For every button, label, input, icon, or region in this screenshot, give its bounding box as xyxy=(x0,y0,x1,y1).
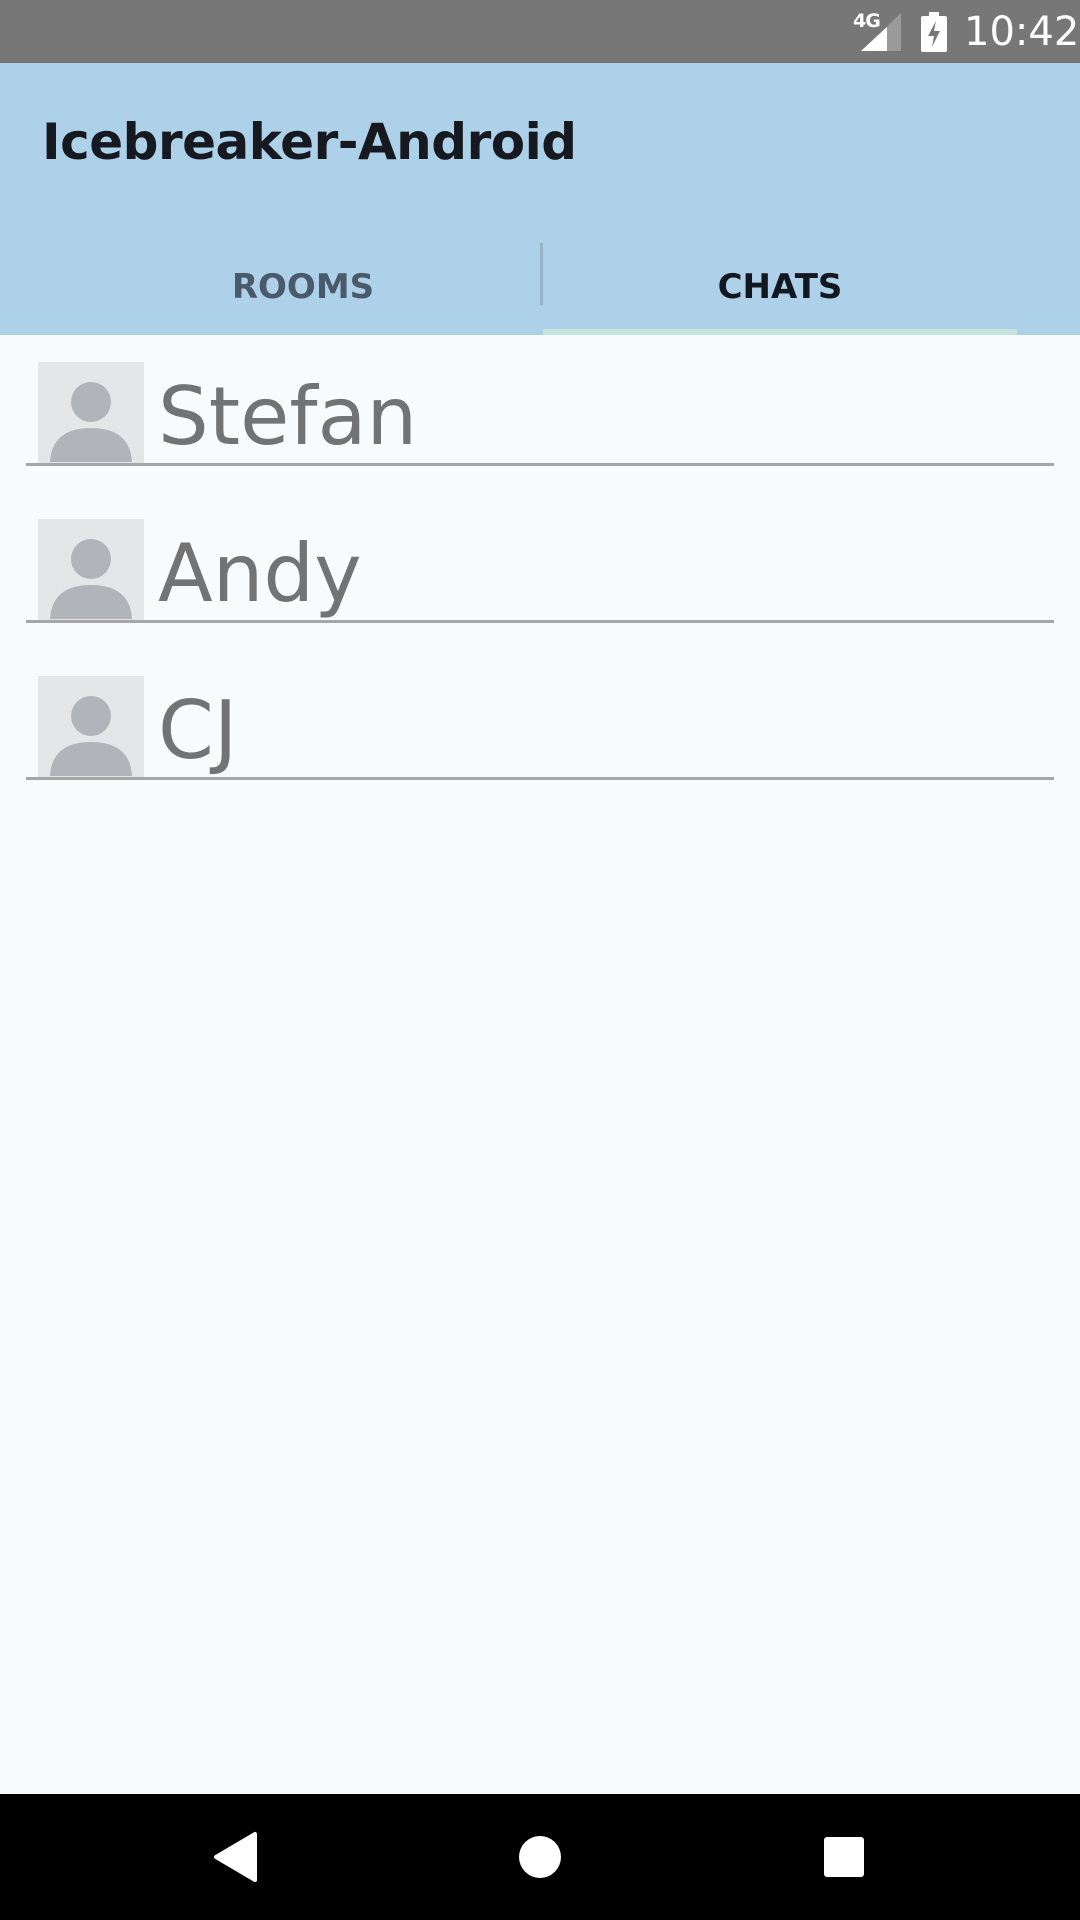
chat-list-item[interactable]: Andy xyxy=(26,492,1054,623)
list-divider xyxy=(26,620,1054,623)
navigation-bar xyxy=(0,1794,1080,1920)
app-bar: Icebreaker-Android ROOMS CHATS xyxy=(0,63,1080,335)
signal-icon xyxy=(861,13,901,51)
default-person-icon xyxy=(38,676,144,780)
home-button[interactable] xyxy=(505,1822,575,1892)
status-time: 10:42 xyxy=(964,9,1080,55)
tab-chats[interactable]: CHATS xyxy=(543,239,1017,335)
home-icon xyxy=(519,1836,561,1878)
recents-button[interactable] xyxy=(809,1822,879,1892)
chat-contact-name: CJ xyxy=(158,684,238,777)
default-person-icon xyxy=(38,362,144,466)
chat-contact-name: Andy xyxy=(158,527,362,620)
chat-contact-name: Stefan xyxy=(158,370,418,463)
recents-icon xyxy=(824,1837,864,1877)
default-person-icon xyxy=(38,519,144,623)
list-divider xyxy=(26,777,1054,780)
tab-rooms-label: ROOMS xyxy=(231,267,375,307)
chat-list-item[interactable]: CJ xyxy=(26,649,1054,780)
status-bar: 4G 10:42 xyxy=(0,0,1080,63)
chat-list-item[interactable]: Stefan xyxy=(26,335,1054,466)
app-title: Icebreaker-Android xyxy=(42,113,577,171)
list-divider xyxy=(26,463,1054,466)
screen: 4G 10:42 Icebreaker-Android ROOMS CHATS xyxy=(0,0,1080,1920)
back-icon xyxy=(214,1832,257,1882)
back-button[interactable] xyxy=(201,1822,271,1892)
tab-rooms[interactable]: ROOMS xyxy=(66,239,540,335)
tab-chats-label: CHATS xyxy=(717,267,843,307)
battery-charging-icon xyxy=(921,12,947,52)
